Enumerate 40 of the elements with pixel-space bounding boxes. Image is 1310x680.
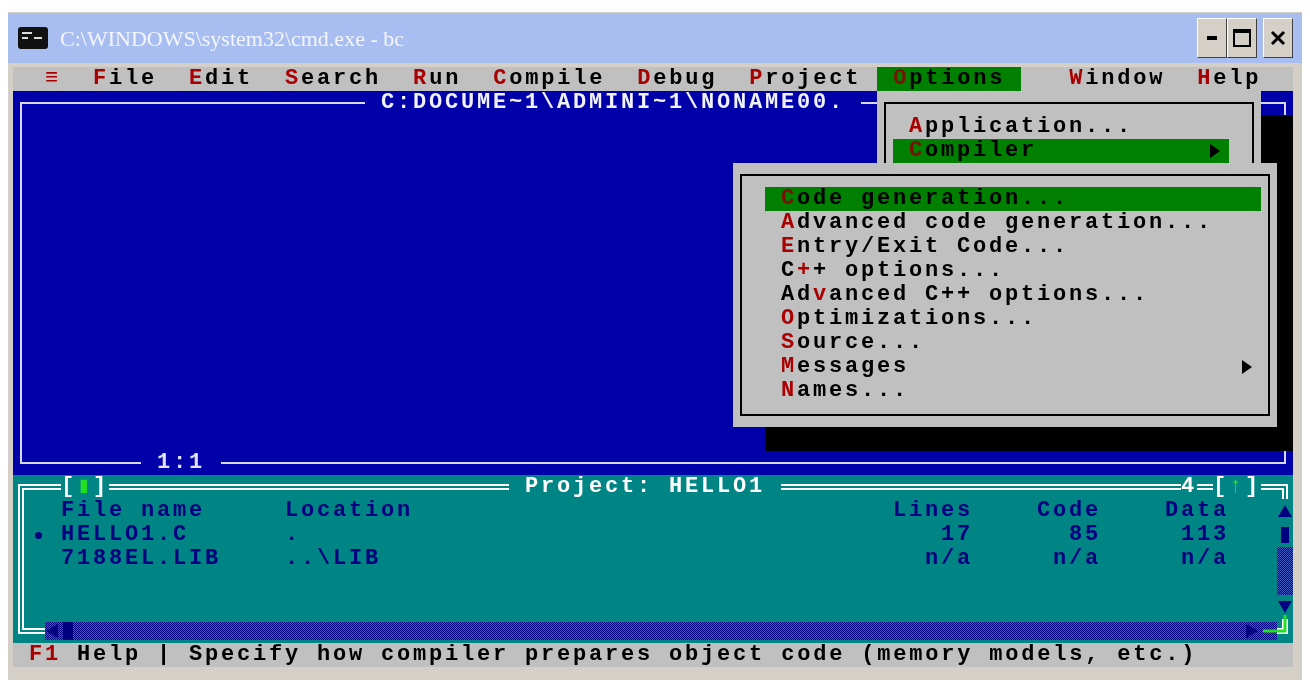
scroll-thumb[interactable] xyxy=(63,622,73,640)
table-cell-text: 113 xyxy=(1180,523,1229,547)
close-box[interactable]: [▮] xyxy=(61,475,110,499)
maximize-icon xyxy=(1233,29,1251,47)
table-cell-text: ..\LIB xyxy=(285,547,382,571)
minimize-button[interactable] xyxy=(1197,18,1227,58)
scroll-right-icon[interactable] xyxy=(1245,622,1259,640)
table-cell-text: 7188EL.LIB xyxy=(61,547,223,571)
shortcut-key: F1 xyxy=(29,643,61,667)
zoom-box[interactable]: [↑] xyxy=(1213,475,1262,499)
separator: | xyxy=(157,643,174,667)
maximize-button[interactable] xyxy=(1227,18,1257,58)
table-cell-text: HELLO1.C xyxy=(61,523,191,547)
close-button[interactable] xyxy=(1263,18,1293,58)
window-title: C:\WINDOWS\system32\cmd.exe - bc xyxy=(60,24,404,53)
horizontal-scrollbar[interactable] xyxy=(45,622,1277,640)
shortcut-label: Help xyxy=(77,643,142,667)
table-cell-text: 17 xyxy=(940,523,973,547)
column-header: Location xyxy=(285,499,415,523)
column-header: Data xyxy=(1164,499,1229,523)
table-cell-text: n/a xyxy=(924,547,973,571)
status-hint: Specify how compiler prepares object code (memory models, etc.) xyxy=(189,643,1198,667)
menu-item[interactable]: Code generation... xyxy=(765,187,1261,211)
table-cell-text: 85 xyxy=(1068,523,1101,547)
project-title: Project: HELLO1 xyxy=(509,475,782,499)
table-cell-text: n/a xyxy=(1180,547,1229,571)
submenu-arrow-icon xyxy=(1209,143,1221,159)
menu-item[interactable]: Options xyxy=(877,67,1022,91)
menu-item[interactable]: Compiler xyxy=(893,139,1229,163)
resize-corner-icon[interactable] xyxy=(1263,615,1289,635)
column-header: File name xyxy=(61,499,207,523)
column-header: Code xyxy=(1036,499,1101,523)
submenu-arrow-icon xyxy=(1241,359,1253,375)
scroll-left-icon[interactable] xyxy=(45,622,59,640)
table-cell-text: n/a xyxy=(1052,547,1101,571)
console-app-icon xyxy=(18,27,48,49)
column-header: Lines xyxy=(892,499,973,523)
table-cell-text: . xyxy=(285,523,302,547)
close-icon xyxy=(1270,30,1286,46)
minimize-icon xyxy=(1207,36,1217,40)
